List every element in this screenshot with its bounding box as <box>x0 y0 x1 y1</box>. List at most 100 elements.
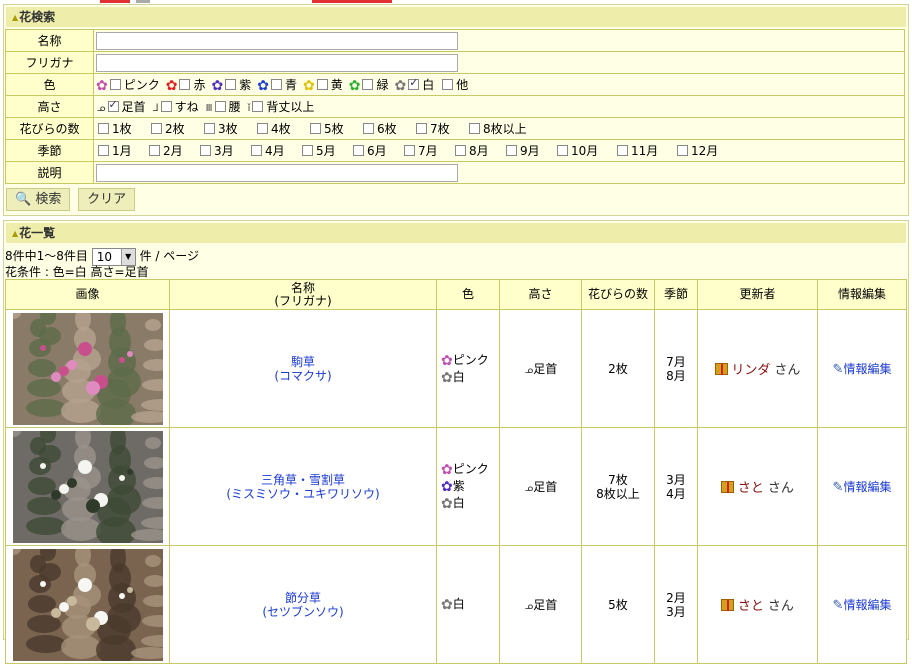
petal-checkbox[interactable] <box>363 123 374 134</box>
month-option[interactable]: 7月 <box>402 142 447 159</box>
month-option[interactable]: 1月 <box>96 142 141 159</box>
color-option[interactable]: ✿白 <box>395 76 435 94</box>
petal-option[interactable]: 1枚 <box>96 120 143 137</box>
color-entry: ✿ピンク <box>441 352 499 369</box>
month-checkbox[interactable] <box>617 145 628 156</box>
color-checkbox[interactable] <box>109 78 121 90</box>
flower-furigana[interactable]: (セツブンソウ) <box>262 605 343 619</box>
flower-name-link[interactable]: 駒草 (コマクサ) <box>170 355 436 383</box>
petal-checkbox[interactable] <box>310 123 321 134</box>
petal-checkbox[interactable] <box>98 123 109 134</box>
updater-name[interactable]: リンダ <box>731 363 770 378</box>
table-row: 駒草 (コマクサ) ✿ピンク ✿白 ᓄ足首 2枚 7月 8月 リンダ さん ✎情報編集 <box>5 309 907 428</box>
height-checkbox[interactable] <box>252 101 264 112</box>
petal-option[interactable]: 7枚 <box>414 120 461 137</box>
color-entry-label: 白 <box>452 597 465 611</box>
collapse-triangle-icon[interactable]: ▲ <box>12 13 18 22</box>
name-cell: 節分草 (セツブンソウ) <box>169 545 437 664</box>
month-option[interactable]: 2月 <box>147 142 192 159</box>
month-option[interactable]: 6月 <box>351 142 396 159</box>
edit-info-link[interactable]: ✎情報編集 <box>833 480 892 495</box>
petal-option[interactable]: 8枚以上 <box>467 120 527 137</box>
color-option[interactable]: ✿ 黄 <box>303 76 343 94</box>
petal-option[interactable]: 4枚 <box>255 120 302 137</box>
color-option[interactable]: ✿ 赤 <box>166 76 206 94</box>
petal-checkbox[interactable] <box>416 123 427 134</box>
month-option[interactable]: 8月 <box>453 142 498 159</box>
petal-option[interactable]: 5枚 <box>308 120 355 137</box>
petal-option[interactable]: 3枚 <box>202 120 249 137</box>
flower-name[interactable]: 節分草 <box>285 591 321 605</box>
edit-info-link[interactable]: ✎情報編集 <box>833 362 892 377</box>
search-button[interactable]: 🔍 検索 <box>6 188 71 211</box>
color-checkbox[interactable] <box>362 78 374 90</box>
color-checkbox[interactable] <box>442 78 454 90</box>
petal-checkbox[interactable] <box>469 123 480 134</box>
name-input[interactable] <box>96 31 458 50</box>
height-checkbox[interactable] <box>160 101 172 112</box>
month-checkbox[interactable] <box>455 145 466 156</box>
flower-name-link[interactable]: 節分草 (セツブンソウ) <box>170 591 436 619</box>
month-option[interactable]: 9月 <box>504 142 549 159</box>
month-checkbox[interactable] <box>677 145 688 156</box>
color-checkbox[interactable] <box>179 78 191 90</box>
flower-photo[interactable] <box>12 430 163 543</box>
petal-checkbox[interactable] <box>257 123 268 134</box>
flower-name[interactable]: 三角草・雪割草 <box>261 473 345 487</box>
month-checkbox[interactable] <box>404 145 415 156</box>
height-option[interactable]: Ⅲ腰 <box>205 98 241 115</box>
updater-name[interactable]: さと <box>738 481 764 496</box>
color-option[interactable]: ✿ 紫 <box>212 76 252 94</box>
height-option[interactable]: ᒧ すね <box>152 98 199 115</box>
flower-photo[interactable] <box>12 548 163 661</box>
petal-option[interactable]: 6枚 <box>361 120 408 137</box>
month-checkbox[interactable] <box>200 145 211 156</box>
flower-name[interactable]: 駒草 <box>291 355 315 369</box>
petal-checkbox[interactable] <box>151 123 162 134</box>
color-checkbox[interactable] <box>408 76 420 90</box>
flower-furigana[interactable]: (ミスミソウ・ユキワリソウ) <box>226 487 379 501</box>
height-option[interactable]: ᓄ 足首 <box>96 98 146 115</box>
color-list: ✿ピンク ✿白 <box>437 352 499 386</box>
month-checkbox[interactable] <box>251 145 262 156</box>
edit-info-link[interactable]: ✎情報編集 <box>833 598 892 613</box>
month-checkbox[interactable] <box>506 145 517 156</box>
height-checkbox[interactable] <box>214 101 226 112</box>
flower-photo[interactable] <box>12 312 163 425</box>
desc-input[interactable] <box>96 163 458 182</box>
color-option[interactable]: ✿ ピンク <box>96 76 160 94</box>
height-option[interactable]: ǐ 背丈以上 <box>247 98 315 115</box>
flower-name-link[interactable]: 三角草・雪割草 (ミスミソウ・ユキワリソウ) <box>170 473 436 501</box>
clear-button[interactable]: クリア <box>78 188 136 211</box>
month-option-label: 10月 <box>571 144 599 158</box>
edit-cell: ✎情報編集 <box>817 545 907 664</box>
color-option[interactable]: 他 <box>440 76 468 93</box>
month-option[interactable]: 5月 <box>300 142 345 159</box>
updater-name[interactable]: さと <box>738 599 764 614</box>
petal-option[interactable]: 2枚 <box>149 120 196 137</box>
month-checkbox[interactable] <box>302 145 313 156</box>
flower-furigana[interactable]: (コマクサ) <box>274 369 331 383</box>
height-checkbox[interactable] <box>107 98 119 112</box>
condition-text: 花条件 : 色=白 高さ=足首 <box>5 265 149 279</box>
month-checkbox[interactable] <box>149 145 160 156</box>
month-option[interactable]: 11月 <box>615 142 669 159</box>
color-checkbox[interactable] <box>270 78 282 90</box>
search-panel-title: 花検索 <box>19 10 56 24</box>
color-checkbox[interactable] <box>316 78 328 90</box>
month-option[interactable]: 4月 <box>249 142 294 159</box>
month-checkbox[interactable] <box>98 145 109 156</box>
color-option[interactable]: ✿ 青 <box>257 76 297 94</box>
month-option[interactable]: 12月 <box>675 142 729 159</box>
month-option[interactable]: 3月 <box>198 142 243 159</box>
petal-checkbox[interactable] <box>204 123 215 134</box>
color-option[interactable]: ✿ 緑 <box>349 76 389 94</box>
month-checkbox[interactable] <box>353 145 364 156</box>
month-checkbox[interactable] <box>557 145 568 156</box>
month-option-label: 1月 <box>112 144 132 158</box>
furigana-input[interactable] <box>96 53 458 72</box>
month-option-label: 5月 <box>316 144 336 158</box>
collapse-triangle-icon[interactable]: ▲ <box>12 229 18 238</box>
month-option[interactable]: 10月 <box>555 142 609 159</box>
color-checkbox[interactable] <box>225 78 237 90</box>
